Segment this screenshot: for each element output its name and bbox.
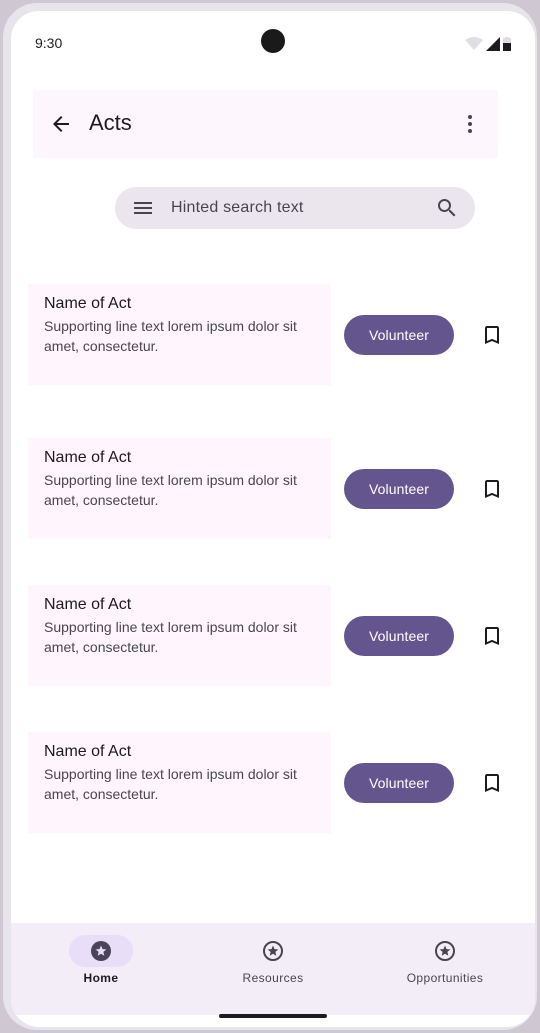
signal-icon: [486, 37, 500, 51]
gesture-home-indicator[interactable]: [219, 1014, 327, 1018]
star-circle-icon: [263, 941, 283, 961]
device-frame: 9:30 Acts Hinted search text Name of Act…: [3, 3, 537, 1030]
nav-icon-container[interactable]: [413, 935, 477, 967]
bookmark-icon[interactable]: [480, 624, 504, 648]
more-vert-icon[interactable]: [458, 112, 482, 136]
volunteer-button[interactable]: Volunteer: [344, 315, 454, 355]
nav-label-home: Home: [83, 971, 119, 985]
page-title: Acts: [89, 110, 132, 135]
back-arrow-icon[interactable]: [49, 112, 73, 136]
search-icon[interactable]: [435, 196, 459, 220]
act-supporting-text: Supporting line text lorem ipsum dolor s…: [44, 619, 297, 655]
status-time: 9:30: [35, 35, 63, 51]
act-card[interactable]: Name of Act Supporting line text lorem i…: [28, 284, 331, 385]
bookmark-icon[interactable]: [480, 771, 504, 795]
act-supporting-text: Supporting line text lorem ipsum dolor s…: [44, 766, 297, 802]
status-icons: [465, 37, 511, 51]
camera-cutout: [261, 29, 285, 53]
volunteer-button[interactable]: Volunteer: [344, 616, 454, 656]
act-name: Name of Act: [44, 596, 132, 613]
act-card[interactable]: Name of Act Supporting line text lorem i…: [28, 585, 331, 686]
nav-label-resources: Resources: [242, 971, 304, 985]
volunteer-button[interactable]: Volunteer: [344, 763, 454, 803]
wifi-icon: [465, 37, 483, 50]
act-name: Name of Act: [44, 743, 132, 760]
act-name: Name of Act: [44, 449, 132, 466]
act-supporting-text: Supporting line text lorem ipsum dolor s…: [44, 472, 297, 508]
screen: 9:30 Acts Hinted search text Name of Act…: [11, 11, 535, 1027]
search-placeholder[interactable]: Hinted search text: [171, 199, 304, 217]
star-circle-icon: [435, 941, 455, 961]
nav-item-home[interactable]: Home: [14, 923, 188, 1015]
bookmark-icon[interactable]: [480, 477, 504, 501]
star-circle-icon: [91, 941, 111, 961]
battery-icon: [503, 37, 511, 51]
act-card[interactable]: Name of Act Supporting line text lorem i…: [28, 732, 331, 833]
nav-label-opportunities: Opportunities: [406, 971, 484, 985]
nav-item-resources[interactable]: Resources: [186, 923, 360, 1015]
bottom-navigation: Home Resources Opportunities: [11, 923, 535, 1015]
nav-item-opportunities[interactable]: Opportunities: [358, 923, 532, 1015]
nav-active-indicator[interactable]: [69, 935, 133, 967]
search-bar[interactable]: Hinted search text: [115, 187, 475, 229]
volunteer-button[interactable]: Volunteer: [344, 469, 454, 509]
menu-icon[interactable]: [131, 196, 155, 220]
bookmark-icon[interactable]: [480, 323, 504, 347]
top-app-bar: Acts: [33, 90, 498, 158]
act-name: Name of Act: [44, 295, 132, 312]
act-supporting-text: Supporting line text lorem ipsum dolor s…: [44, 318, 297, 354]
nav-icon-container[interactable]: [241, 935, 305, 967]
act-card[interactable]: Name of Act Supporting line text lorem i…: [28, 438, 331, 539]
